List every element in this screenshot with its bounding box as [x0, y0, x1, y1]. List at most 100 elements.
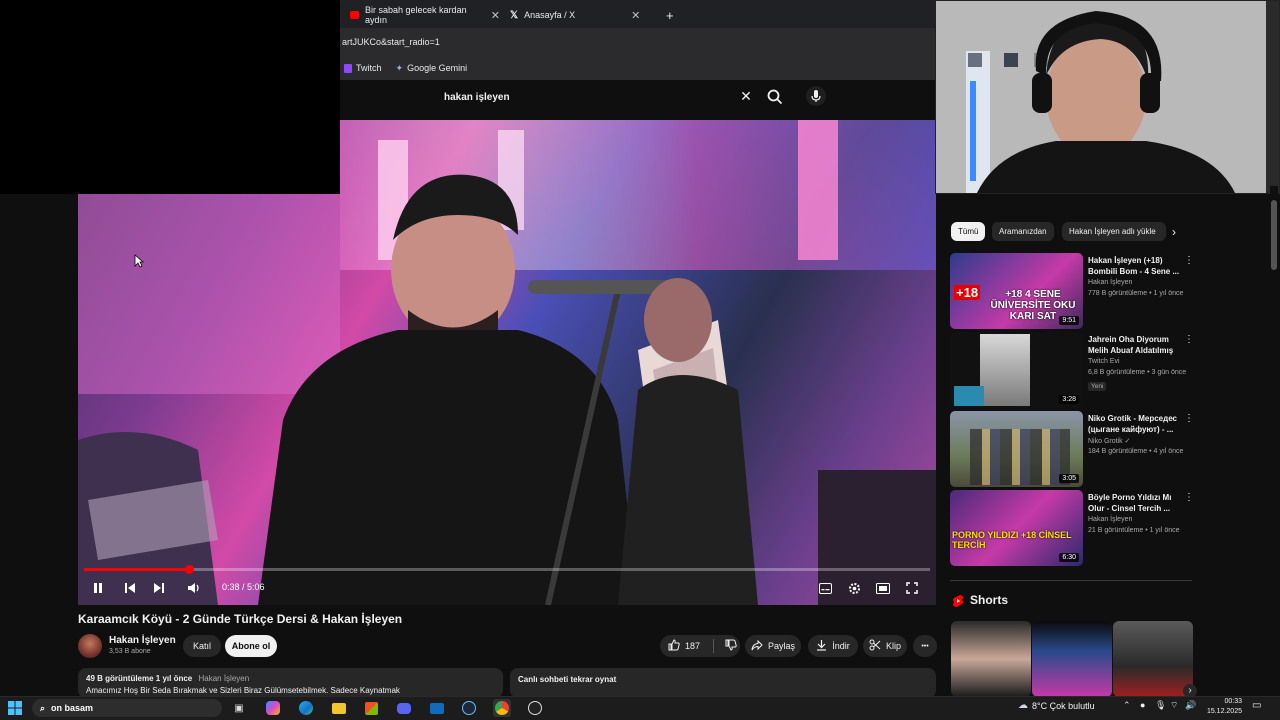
recommendation-channel[interactable]: Hakan İşleyen — [1088, 516, 1132, 523]
short-thumbnail[interactable] — [1113, 621, 1193, 697]
previous-icon[interactable] — [121, 579, 139, 597]
recommendation-channel[interactable]: Twitch Evi — [1088, 358, 1120, 365]
more-vert-icon[interactable]: ⋮ — [1184, 492, 1194, 503]
chip-all[interactable]: Tümü — [951, 222, 986, 241]
speaker-icon[interactable]: 🔊 — [1185, 700, 1196, 711]
bookmark-gemini[interactable]: ✦ Google Gemini — [396, 63, 468, 74]
thumbs-down-icon[interactable] — [725, 639, 737, 653]
recommendation-title[interactable]: Jahrein Oha Diyorum Melih Abuaf Aldatılm… — [1088, 334, 1180, 356]
tab-x[interactable]: 𝕏 Anasayfa / X ✕ — [510, 4, 650, 26]
microphone-icon[interactable]: 🎙 — [1155, 700, 1166, 711]
file-explorer-icon[interactable] — [330, 699, 348, 717]
chevron-up-icon[interactable]: ⌃ — [1123, 700, 1131, 711]
chip-from-search[interactable]: Aramanızdan — [992, 222, 1054, 241]
video-title: Karaamcık Köyü - 2 Günde Türkçe Dersi & … — [78, 612, 403, 626]
close-tab-icon[interactable]: ✕ — [491, 9, 500, 22]
twitch-icon — [344, 63, 352, 73]
recommendation-item[interactable]: +18 +18 4 SENE ÜNİVERSİTE OKU KARI SAT 9… — [950, 253, 1194, 329]
thumbnail-text: PORNO YILDIZI +18 CİNSEL TERCİH — [952, 530, 1072, 550]
miniplayer-icon[interactable] — [874, 579, 892, 597]
more-actions-button[interactable]: ••• — [913, 635, 937, 657]
description-box[interactable]: 49 B görüntüleme 1 yıl önce Hakan İşleye… — [78, 668, 503, 698]
video-thumbnail[interactable]: 3:05 — [950, 411, 1083, 487]
short-thumbnail[interactable] — [1032, 621, 1112, 697]
fullscreen-icon[interactable] — [903, 579, 921, 597]
description-text: Amacımız Hoş Bir Seda Bırakmak ve Sizler… — [86, 686, 400, 695]
start-icon[interactable] — [6, 699, 24, 717]
download-button[interactable]: İndir — [808, 635, 858, 657]
search-icon[interactable] — [766, 88, 784, 106]
channel-avatar[interactable] — [78, 634, 102, 658]
subscribe-button[interactable]: Abone ol — [225, 635, 277, 657]
recommendation-item[interactable]: 3:28 Jahrein Oha Diyorum Melih Abuaf Ald… — [950, 332, 1194, 408]
tray-icon[interactable]: ● — [1140, 700, 1145, 710]
more-vert-icon[interactable]: ⋮ — [1184, 334, 1194, 345]
join-button[interactable]: Katıl — [183, 635, 221, 657]
shorts-title: Shorts — [970, 593, 1009, 607]
more-vert-icon[interactable]: ⋮ — [1184, 255, 1194, 266]
thumbs-up-icon[interactable] — [668, 639, 680, 653]
recommendation-channel[interactable]: Hakan İşleyen — [1088, 279, 1132, 286]
recommendation-title[interactable]: Böyle Porno Yıldızı Mı Olur - Cinsel Ter… — [1088, 492, 1180, 514]
thumbnail-image — [954, 386, 984, 406]
address-bar[interactable]: artJUKCo&start_radio=1 — [340, 28, 940, 56]
weather-widget[interactable]: ☁ 8°C Çok bulutlu — [1018, 700, 1095, 711]
mail-icon[interactable] — [428, 699, 446, 717]
discord-icon[interactable] — [395, 699, 413, 717]
video-top-overlay — [78, 120, 340, 194]
bookmark-twitch[interactable]: Twitch — [344, 63, 382, 73]
edge-icon[interactable] — [297, 699, 315, 717]
clock[interactable]: 00:33 15.12.2025 — [1198, 697, 1242, 717]
next-icon[interactable] — [150, 579, 168, 597]
recommendation-channel[interactable]: Niko Grotik ✓ — [1088, 437, 1130, 445]
clip-button[interactable]: Klip — [863, 635, 907, 657]
steam-icon[interactable] — [460, 699, 478, 717]
chrome-icon[interactable] — [493, 699, 511, 717]
task-view-icon[interactable]: ▣ — [230, 699, 248, 717]
progress-played — [84, 568, 189, 571]
video-thumbnail[interactable]: 3:28 — [950, 332, 1083, 408]
recommendation-item[interactable]: PORNO YILDIZI +18 CİNSEL TERCİH 6:30 Böy… — [950, 490, 1194, 566]
chip-channel-uploads[interactable]: Hakan İşleyen adlı yükle — [1062, 222, 1166, 241]
duration-badge: 3:05 — [1059, 474, 1079, 483]
store-icon[interactable] — [362, 699, 380, 717]
recommendation-title[interactable]: Hakan İşleyen (+18) Bombili Bom - 4 Sene… — [1088, 255, 1180, 277]
tab-youtube[interactable]: Bir sabah gelecek kardan aydın ✕ — [350, 4, 500, 26]
chat-replay-button[interactable]: Canlı sohbeti tekrar oynat — [510, 668, 936, 698]
cloud-icon: ☁ — [1018, 700, 1028, 711]
pause-icon[interactable] — [89, 579, 107, 597]
copilot-icon[interactable] — [264, 699, 282, 717]
duration-badge: 6:30 — [1059, 553, 1079, 562]
new-tab-button[interactable]: + — [666, 4, 674, 26]
divider — [950, 580, 1192, 581]
duration-badge: 9:51 — [1059, 316, 1079, 325]
thumbnail-badge: +18 — [954, 285, 981, 300]
microphone-icon[interactable] — [806, 86, 826, 106]
recommendation-item[interactable]: 3:05 Niko Grotik - Мерседес (цыгане кайф… — [950, 411, 1194, 487]
share-button[interactable]: Paylaş — [745, 635, 801, 657]
obs-icon[interactable] — [526, 699, 544, 717]
settings-icon[interactable] — [845, 579, 863, 597]
video-thumbnail[interactable]: PORNO YILDIZI +18 CİNSEL TERCİH 6:30 — [950, 490, 1083, 566]
scrollbar-thumb[interactable] — [1271, 200, 1277, 270]
progress-track[interactable] — [84, 568, 930, 571]
mouse-cursor-icon — [134, 254, 145, 273]
bookmarks-bar: Twitch ✦ Google Gemini — [340, 56, 940, 80]
close-icon[interactable]: ✕ — [738, 88, 754, 106]
short-thumbnail[interactable] — [951, 621, 1031, 697]
video-thumbnail[interactable]: +18 +18 4 SENE ÜNİVERSİTE OKU KARI SAT 9… — [950, 253, 1083, 329]
more-vert-icon[interactable]: ⋮ — [1184, 413, 1194, 424]
recommendation-title[interactable]: Niko Grotik - Мерседес (цыгане кайфуют) … — [1088, 413, 1180, 435]
description-channel: Hakan İşleyen — [198, 674, 250, 683]
chevron-right-icon[interactable]: › — [1172, 225, 1176, 239]
wifi-icon[interactable]: ⌔ — [1170, 700, 1178, 711]
recommendation-meta: 778 B görüntüleme • 1 yıl önce — [1088, 290, 1184, 297]
channel-name[interactable]: Hakan İşleyen — [109, 635, 176, 646]
volume-icon[interactable] — [184, 579, 204, 597]
taskbar-search[interactable]: ⌕ on basam — [32, 699, 222, 717]
notification-icon[interactable]: ▭ — [1252, 700, 1261, 711]
subtitles-icon[interactable] — [816, 579, 834, 597]
progress-handle[interactable] — [184, 565, 194, 574]
recommendation-meta: 21 B görüntüleme • 1 yıl önce — [1088, 527, 1180, 534]
close-tab-icon[interactable]: ✕ — [631, 9, 640, 22]
